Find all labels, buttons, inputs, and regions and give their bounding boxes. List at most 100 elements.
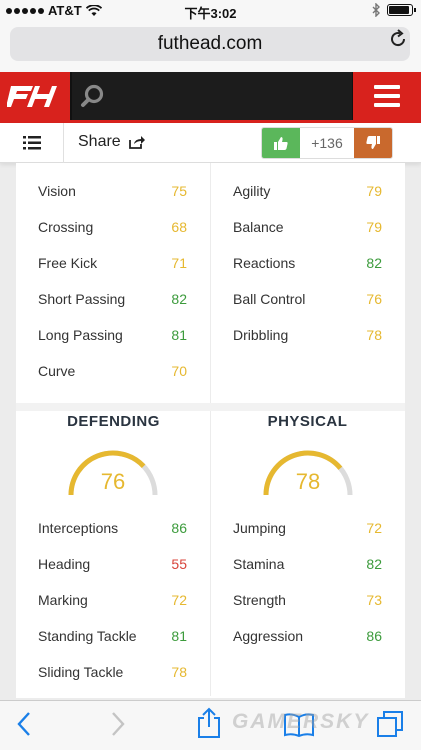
thumbs-up-icon <box>274 137 288 150</box>
stat-value: 78 <box>171 664 187 680</box>
stat-label: Long Passing <box>38 327 123 343</box>
stat-row: Sliding Tackle 78 <box>38 664 187 684</box>
stat-row: Free Kick 71 <box>38 255 187 275</box>
stat-row: Heading 55 <box>38 556 187 576</box>
share-sheet-icon[interactable] <box>196 707 222 739</box>
bluetooth-icon <box>372 3 380 17</box>
stat-label: Ball Control <box>233 291 306 307</box>
stat-label: Heading <box>38 556 91 572</box>
stat-value: 81 <box>171 327 187 343</box>
stat-label: Agility <box>233 183 271 199</box>
vote-count: +136 <box>300 128 354 158</box>
stat-row: Reactions 82 <box>233 255 382 275</box>
stat-value: 79 <box>366 183 382 199</box>
physical-title: PHYSICAL <box>267 413 348 430</box>
futhead-logo[interactable] <box>0 72 70 120</box>
stat-label: Aggression <box>233 628 304 644</box>
stat-label: Sliding Tackle <box>38 664 124 680</box>
url-text: futhead.com <box>157 33 263 54</box>
stat-row: Curve 70 <box>38 363 187 383</box>
reload-icon[interactable] <box>387 28 409 50</box>
forward-icon[interactable] <box>110 711 126 737</box>
back-icon[interactable] <box>16 711 32 737</box>
status-bar: AT&T 下午3:02 <box>0 0 421 22</box>
stat-value: 82 <box>171 291 187 307</box>
stat-value: 78 <box>366 327 382 343</box>
thumbs-down-icon <box>366 136 380 149</box>
search-icon[interactable] <box>80 83 106 109</box>
stat-label: Strength <box>233 592 286 608</box>
stat-value: 72 <box>366 520 382 536</box>
stat-label: Balance <box>233 219 284 235</box>
battery-icon <box>387 4 416 16</box>
stat-row: Ball Control 76 <box>233 291 382 311</box>
vote-widget: +136 <box>261 127 393 159</box>
stat-label: Vision <box>38 183 76 199</box>
safari-address-bar: futhead.com <box>0 22 421 72</box>
share-icon <box>128 136 145 149</box>
stat-row: Short Passing 82 <box>38 291 187 311</box>
stat-label: Interceptions <box>38 520 119 536</box>
stat-value: 76 <box>366 291 382 307</box>
share-button[interactable]: Share <box>78 133 145 151</box>
section-divider <box>16 403 405 411</box>
stat-value: 81 <box>171 628 187 644</box>
stat-value: 86 <box>171 520 187 536</box>
share-label: Share <box>78 133 121 150</box>
stat-row: Standing Tackle 81 <box>38 628 187 648</box>
stat-row: Aggression 86 <box>233 628 382 648</box>
list-menu-button[interactable] <box>0 123 64 163</box>
stat-row: Long Passing 81 <box>38 327 187 347</box>
defending-title: DEFENDING <box>67 413 160 430</box>
stat-label: Dribbling <box>233 327 289 343</box>
futhead-logo-mark <box>7 86 57 107</box>
site-header <box>0 72 421 120</box>
stat-label: Reactions <box>233 255 296 271</box>
stat-value: 82 <box>366 255 382 271</box>
watermark-text: GAMERSKY <box>232 710 370 733</box>
stat-value: 55 <box>171 556 187 572</box>
stat-value: 73 <box>366 592 382 608</box>
stat-value: 75 <box>171 183 187 199</box>
url-field[interactable]: futhead.com <box>10 27 410 61</box>
stat-label: Curve <box>38 363 76 379</box>
tabs-icon[interactable] <box>376 710 404 738</box>
stat-value: 79 <box>366 219 382 235</box>
stat-label: Short Passing <box>38 291 126 307</box>
stat-label: Jumping <box>233 520 286 536</box>
stat-row: Interceptions 86 <box>38 520 187 540</box>
stat-label: Marking <box>38 592 88 608</box>
stat-label: Standing Tackle <box>38 628 137 644</box>
stat-value: 71 <box>171 255 187 271</box>
player-stats-card: Vision 75 Crossing 68 Free Kick 71 Short Passi… <box>16 163 405 698</box>
status-right <box>372 3 416 17</box>
share-bar: Share +136 <box>0 123 421 163</box>
stat-row: Strength 73 <box>233 592 382 612</box>
thumbs-down-button[interactable] <box>354 128 392 158</box>
stat-label: Free Kick <box>38 255 98 271</box>
stat-label: Stamina <box>233 556 285 572</box>
physical-rating: 78 <box>295 469 321 494</box>
battery-level <box>389 6 409 14</box>
stat-value: 72 <box>171 592 187 608</box>
stat-row: Marking 72 <box>38 592 187 612</box>
stat-row: Dribbling 78 <box>233 327 382 347</box>
defending-rating: 76 <box>100 469 126 494</box>
stat-row: Agility 79 <box>233 183 382 203</box>
stat-value: 86 <box>366 628 382 644</box>
stat-label: Crossing <box>38 219 94 235</box>
stat-row: Stamina 82 <box>233 556 382 576</box>
stat-row: Crossing 68 <box>38 219 187 239</box>
stat-value: 70 <box>171 363 187 379</box>
stat-row: Jumping 72 <box>233 520 382 540</box>
list-icon <box>22 136 41 150</box>
clock: 下午3:02 <box>184 6 237 21</box>
watermark: GAMERSKY <box>232 710 369 734</box>
site-search-bar[interactable] <box>72 72 352 120</box>
stat-value: 68 <box>171 219 187 235</box>
stat-row: Vision 75 <box>38 183 187 203</box>
hamburger-menu-icon[interactable] <box>353 72 421 120</box>
stat-row: Balance 79 <box>233 219 382 239</box>
thumbs-up-button[interactable] <box>262 128 300 158</box>
stat-value: 82 <box>366 556 382 572</box>
